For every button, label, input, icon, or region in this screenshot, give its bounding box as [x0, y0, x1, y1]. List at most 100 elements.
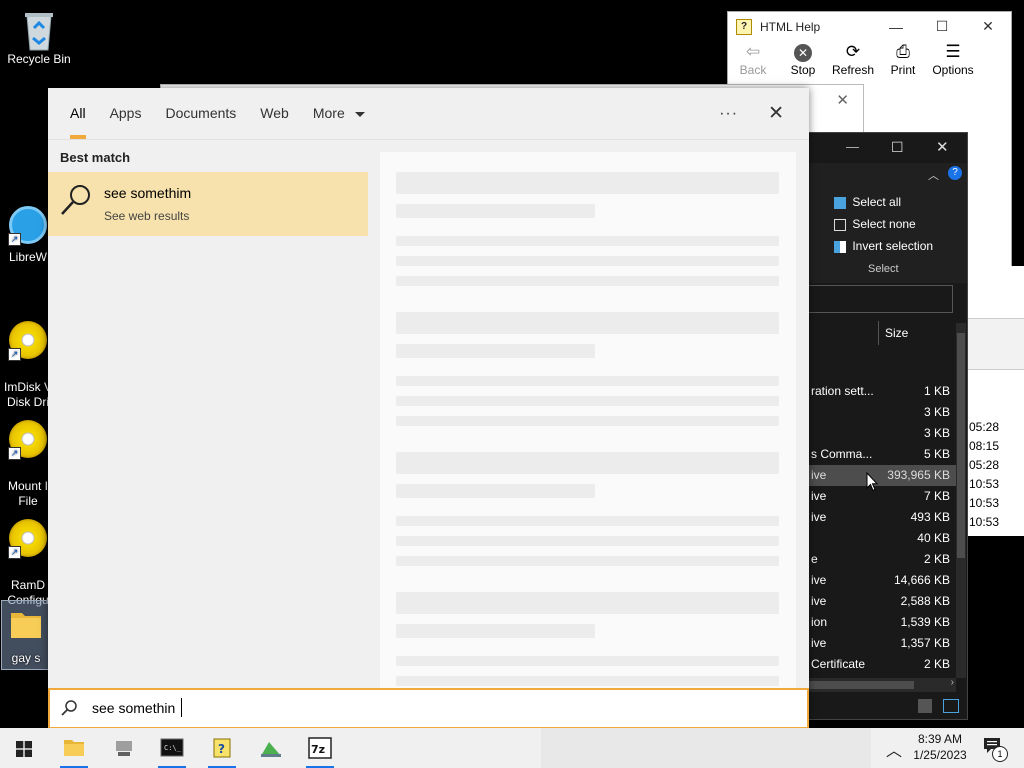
help-app-icon: ?	[736, 18, 752, 35]
svg-text:?: ?	[218, 742, 225, 756]
list-item[interactable]: ion 1,539 KB	[806, 612, 956, 633]
preview-pane-loading	[380, 152, 796, 688]
list-item[interactable]: ive 1,357 KB	[806, 633, 956, 654]
loading-placeholder	[396, 676, 779, 686]
time-cell: 05:28	[969, 420, 1000, 434]
minimize-button[interactable]: —	[846, 139, 859, 154]
stop-icon: ✕	[778, 41, 828, 63]
window-title: HTML Help	[760, 19, 821, 34]
back-button[interactable]: ⇦ Back	[728, 41, 778, 81]
maximize-button[interactable]: ☐	[891, 139, 904, 156]
taskbar-html-help[interactable]: ?	[206, 734, 238, 768]
horizontal-scrollbar[interactable]: ›	[806, 677, 956, 692]
maximize-button[interactable]: ☐	[919, 18, 965, 35]
search-box[interactable]	[806, 285, 953, 313]
loading-placeholder	[396, 416, 779, 426]
loading-placeholder	[396, 376, 779, 386]
taskbar-app-5[interactable]	[255, 734, 287, 762]
help-toolbar: ⇦ Back ✕ Stop ⟳ Refresh ⎙ Print ☰ Option…	[728, 41, 1011, 81]
collapse-ribbon-icon[interactable]: ︿	[928, 167, 939, 183]
close-button[interactable]: ✕	[936, 138, 949, 156]
cd-disc-icon: ↗	[8, 519, 48, 559]
close-icon[interactable]: ✕	[836, 91, 849, 109]
computer-icon	[116, 741, 132, 756]
list-item[interactable]: ive 7 KB	[806, 486, 956, 507]
librewolf-icon: ↗	[8, 206, 48, 246]
search-tabs: All Apps Documents Web More ··· ✕	[48, 88, 809, 140]
cd-disc-icon: ↗	[8, 321, 48, 361]
loading-placeholder	[396, 312, 779, 334]
time-cell: 10:53	[969, 572, 1000, 586]
list-item[interactable]: ive 2,588 KB	[806, 591, 956, 612]
taskbar: C:\_ ? 7z ︿ 8:39 AM 1/25/2023 1	[0, 728, 1024, 768]
desktop-icon-recycle-bin[interactable]: Recycle Bin	[2, 8, 76, 67]
large-icons-view-icon[interactable]	[943, 699, 959, 713]
time-cell: 10:53	[969, 515, 1000, 529]
list-item[interactable]: 3 KB	[806, 402, 956, 423]
list-item[interactable]: 40 KB	[806, 528, 956, 549]
vertical-scrollbar[interactable]	[956, 323, 966, 678]
loading-placeholder	[396, 624, 595, 638]
refresh-icon: ⟳	[845, 42, 861, 61]
loading-placeholder	[396, 452, 779, 474]
desktop-icon-label: LibreW	[8, 250, 47, 264]
options-button[interactable]: ☰ Options	[928, 41, 978, 81]
svg-text:C:\_: C:\_	[164, 744, 182, 752]
help-icon[interactable]: ?	[948, 166, 962, 180]
list-item[interactable]: s Comma... 5 KB	[806, 444, 956, 465]
details-view-icon[interactable]	[918, 699, 932, 713]
refresh-button[interactable]: ⟳ Refresh	[828, 41, 878, 81]
list-item[interactable]: e2 KB	[806, 549, 956, 570]
tab-web[interactable]: Web	[248, 88, 301, 139]
taskbar-file-explorer[interactable]	[58, 734, 90, 768]
close-button[interactable]: ✕	[965, 18, 1011, 35]
tab-documents[interactable]: Documents	[153, 88, 248, 139]
print-label: Print	[890, 63, 916, 77]
select-none-label: Select none	[852, 217, 916, 231]
tab-more-label: More	[312, 105, 345, 121]
taskbar-app-2[interactable]	[108, 734, 140, 762]
result-title: see somethim	[104, 185, 192, 201]
print-button[interactable]: ⎙ Print	[878, 41, 928, 81]
invert-selection-label: Invert selection	[852, 239, 934, 253]
svg-text:7z: 7z	[311, 743, 325, 756]
chevron-down-icon	[354, 111, 365, 117]
minimize-button[interactable]: —	[873, 19, 919, 35]
select-all-button[interactable]: Select all	[834, 195, 901, 209]
list-item-hovered[interactable]: ive 393,965 KB	[806, 465, 956, 486]
search-icon	[61, 700, 77, 716]
column-header-size[interactable]: Size	[878, 321, 963, 345]
list-item[interactable]: ive 493 KB	[806, 507, 956, 528]
close-icon[interactable]: ✕	[768, 102, 784, 125]
tab-more[interactable]: More	[301, 88, 377, 139]
taskbar-command-prompt[interactable]: C:\_	[156, 734, 188, 768]
time-cell: 10:53	[969, 534, 1000, 548]
loading-placeholder	[396, 536, 779, 546]
ribbon-group-label: Select	[868, 263, 899, 275]
html-help-titlebar: ? HTML Help — ☐ ✕	[728, 12, 1011, 41]
stop-button[interactable]: ✕ Stop	[778, 41, 828, 81]
clock-time: 8:39 AM	[917, 732, 963, 746]
desktop-icon-folder[interactable]: gay s	[1, 600, 51, 670]
select-none-button[interactable]: Select none	[834, 217, 916, 231]
list-item[interactable]: 3 KB	[806, 423, 956, 444]
taskbar-7zip[interactable]: 7z	[304, 734, 336, 768]
clock[interactable]: 8:39 AM 1/25/2023	[905, 731, 975, 763]
notification-center-button[interactable]: 1	[982, 736, 1008, 762]
help-book-icon: ?	[213, 738, 231, 758]
search-input[interactable]: see somethin	[48, 688, 809, 729]
tab-all[interactable]: All	[58, 88, 98, 139]
loading-placeholder	[396, 236, 779, 246]
folder-icon	[64, 740, 84, 756]
list-item[interactable]: ration sett... 1 KB	[806, 381, 956, 402]
back-arrow-icon: ⇦	[745, 42, 761, 61]
more-options-icon[interactable]: ···	[719, 105, 738, 123]
list-item[interactable]: ive 14,666 KB	[806, 570, 956, 591]
time-cell: 14:04	[969, 591, 1000, 605]
list-item[interactable]: Certificate 2 KB	[806, 654, 956, 675]
start-button[interactable]	[0, 728, 48, 768]
tab-apps[interactable]: Apps	[98, 88, 154, 139]
show-hidden-icons-button[interactable]: ︿	[886, 737, 902, 761]
best-match-result[interactable]: see somethim See web results	[48, 172, 368, 236]
invert-selection-button[interactable]: Invert selection	[834, 239, 933, 253]
